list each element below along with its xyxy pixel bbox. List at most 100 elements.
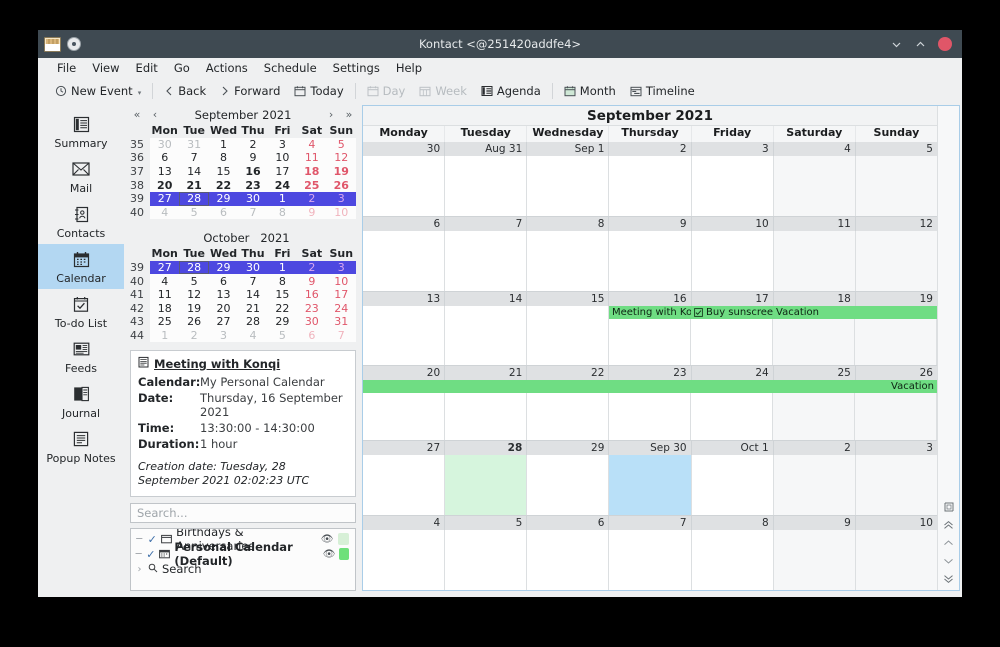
day-view-button[interactable]: Day [360, 82, 413, 100]
minical-day-cell[interactable]: 2 [297, 192, 326, 206]
month-day-number[interactable]: 26 [856, 366, 937, 380]
minical-day-cell[interactable]: 14 [238, 288, 267, 302]
minical-day-cell[interactable]: 25 [150, 315, 179, 329]
month-day-number[interactable]: 3 [692, 142, 774, 156]
minical-day-cell[interactable]: 29 [268, 315, 297, 329]
minical-day-cell[interactable]: 23 [297, 302, 326, 316]
month-day-number[interactable]: 5 [856, 142, 937, 156]
sidebar-search-input[interactable]: Search... [130, 503, 356, 523]
minical-day-cell[interactable]: 16 [238, 165, 267, 179]
month-day-number[interactable]: 27 [363, 441, 445, 455]
minical-day-cell[interactable]: 26 [179, 315, 208, 329]
minical-day-cell[interactable]: 12 [179, 288, 208, 302]
minical-week-number[interactable]: 41 [124, 288, 150, 302]
minical-day-cell[interactable]: 6 [209, 206, 238, 220]
month-day-number[interactable]: 20 [363, 366, 445, 380]
minical-day-cell[interactable]: 26 [327, 178, 356, 192]
minical-week-row[interactable]: 366789101112 [124, 151, 356, 165]
month-day-cell[interactable] [363, 455, 445, 515]
checkbox-checked-icon[interactable]: ✓ [147, 533, 156, 546]
minical-next-icon[interactable]: › [324, 108, 338, 121]
minical-week-number[interactable]: 40 [124, 274, 150, 288]
month-day-number[interactable]: 17 [692, 292, 774, 306]
minical-day-cell[interactable]: 28 [179, 192, 208, 206]
menu-view[interactable]: View [84, 59, 127, 77]
minical-day-cell[interactable]: 17 [327, 288, 356, 302]
month-day-number[interactable]: 3 [856, 441, 937, 455]
sidebar-item-mail[interactable]: Mail [38, 154, 124, 199]
month-day-cell[interactable] [363, 156, 445, 216]
minical-month-october[interactable]: October [196, 231, 256, 245]
month-day-cell[interactable] [527, 231, 609, 291]
sidebar-item-summary[interactable]: Summary [38, 109, 124, 154]
month-day-number[interactable]: Aug 31 [445, 142, 527, 156]
month-day-cell[interactable] [856, 231, 937, 291]
minical-day-cell[interactable]: 3 [327, 261, 356, 275]
minical-day-cell[interactable]: 4 [150, 206, 179, 220]
minical-year-october[interactable]: 2021 [260, 231, 289, 245]
list-item-search[interactable]: › Search [131, 562, 355, 577]
minical-day-cell[interactable]: 1 [268, 192, 297, 206]
minical-week-row[interactable]: 3927282930123 [124, 192, 356, 206]
new-event-button[interactable]: New Event ▾ [48, 82, 148, 100]
minical-october[interactable]: Mon Tue Wed Thu Fri Sat Sun 392728293012… [124, 247, 356, 342]
calendar-event-bar[interactable]: Meeting with Ko... [609, 306, 691, 319]
month-day-cell[interactable] [856, 530, 937, 590]
month-day-number[interactable]: Sep 30 [609, 441, 691, 455]
minical-day-cell[interactable]: 8 [268, 206, 297, 220]
month-day-cell[interactable] [609, 156, 691, 216]
minical-day-cell[interactable]: 4 [150, 274, 179, 288]
minical-day-cell[interactable]: 7 [238, 206, 267, 220]
minical-day-cell[interactable]: 1 [209, 138, 238, 152]
minical-day-cell[interactable]: 6 [209, 274, 238, 288]
calendar-color-swatch[interactable] [338, 533, 349, 545]
month-day-number[interactable]: 19 [856, 292, 937, 306]
month-day-number[interactable]: 22 [527, 366, 609, 380]
minical-day-cell[interactable]: 20 [209, 302, 238, 316]
month-day-number[interactable]: 6 [527, 516, 609, 530]
menu-actions[interactable]: Actions [198, 59, 256, 77]
month-day-number[interactable]: 7 [609, 516, 691, 530]
sidebar-item-contacts[interactable]: Contacts [38, 199, 124, 244]
minical-day-cell[interactable]: 4 [297, 138, 326, 152]
month-day-cell[interactable] [527, 156, 609, 216]
month-day-cell[interactable] [363, 231, 445, 291]
minical-prev-icon[interactable]: ‹ [148, 108, 162, 121]
scroll-down-icon[interactable] [942, 555, 956, 566]
today-button[interactable]: Today [287, 82, 350, 100]
month-day-number[interactable]: 12 [856, 217, 937, 231]
minical-week-number[interactable]: 43 [124, 315, 150, 329]
minical-week-number[interactable]: 36 [124, 151, 150, 165]
minical-day-cell[interactable]: 11 [297, 151, 326, 165]
chevron-down-icon[interactable]: ▾ [138, 89, 142, 97]
month-day-cell[interactable] [774, 455, 856, 515]
minical-week-number[interactable]: 40 [124, 206, 150, 220]
scroll-top-icon[interactable] [942, 519, 956, 530]
menu-go[interactable]: Go [166, 59, 198, 77]
minical-year-september[interactable]: 2021 [262, 108, 291, 122]
minical-day-cell[interactable]: 7 [238, 274, 267, 288]
calendar-event-bar[interactable]: Buy sunscreen [691, 306, 773, 319]
minical-week-number[interactable]: 37 [124, 165, 150, 179]
minical-day-cell[interactable]: 15 [268, 288, 297, 302]
minical-day-cell[interactable]: 24 [327, 302, 356, 316]
minical-day-cell[interactable]: 8 [209, 151, 238, 165]
month-day-cell[interactable] [692, 156, 774, 216]
minical-day-cell[interactable]: 3 [268, 138, 297, 152]
month-day-number[interactable]: 25 [774, 366, 856, 380]
minical-week-number[interactable]: 39 [124, 192, 150, 206]
agenda-view-button[interactable]: Agenda [474, 82, 548, 100]
minical-day-cell[interactable]: 30 [150, 138, 179, 152]
minical-week-row[interactable]: 4111121314151617 [124, 288, 356, 302]
minical-month-september[interactable]: September [195, 108, 259, 122]
scroll-bottom-icon[interactable] [942, 573, 956, 584]
minical-day-cell[interactable]: 5 [179, 206, 208, 220]
eye-icon[interactable]: 👁 [321, 534, 334, 545]
month-day-cell[interactable] [692, 455, 774, 515]
month-day-number[interactable]: 24 [692, 366, 774, 380]
month-day-number[interactable]: Sep 1 [527, 142, 609, 156]
month-day-cell[interactable] [774, 530, 856, 590]
minical-week-number[interactable]: 39 [124, 261, 150, 275]
month-day-number[interactable]: 6 [363, 217, 445, 231]
minical-day-cell[interactable]: 10 [327, 274, 356, 288]
